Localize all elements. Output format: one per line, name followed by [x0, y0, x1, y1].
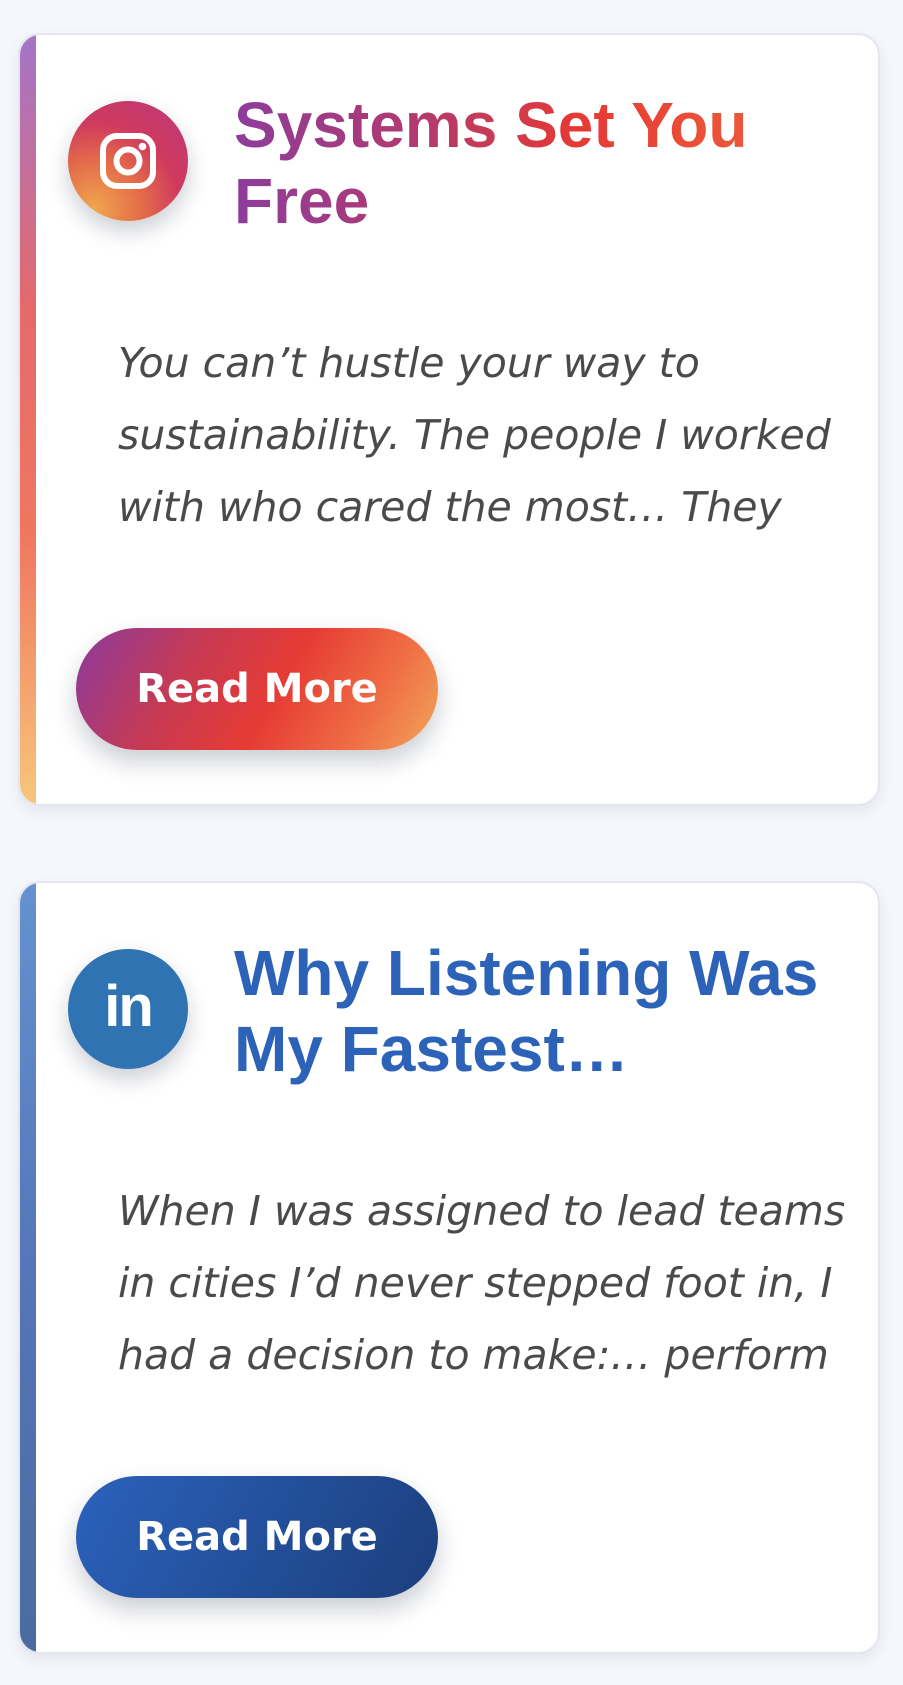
card-accent-bar [20, 883, 36, 1652]
post-excerpt: When I was assigned to lead teams in cit… [118, 1187, 846, 1410]
post-title[interactable]: Why Listening Was My Fastest… [234, 935, 854, 1087]
card-accent-bar [20, 35, 36, 804]
post-title[interactable]: Systems Set You Free [234, 87, 854, 239]
post-card: in Why Listening Was My Fastest… When I … [18, 881, 880, 1654]
post-feed: Systems Set You Free You can’t hustle yo… [0, 0, 903, 1685]
linkedin-icon: in [68, 949, 188, 1069]
post-excerpt: You can’t hustle your way to sustainabil… [118, 339, 831, 562]
read-more-button[interactable]: Read More [76, 628, 438, 750]
instagram-icon [68, 101, 188, 221]
read-more-button[interactable]: Read More [76, 1476, 438, 1598]
linkedin-icon-text: in [104, 974, 154, 1039]
post-card: Systems Set You Free You can’t hustle yo… [18, 33, 880, 806]
